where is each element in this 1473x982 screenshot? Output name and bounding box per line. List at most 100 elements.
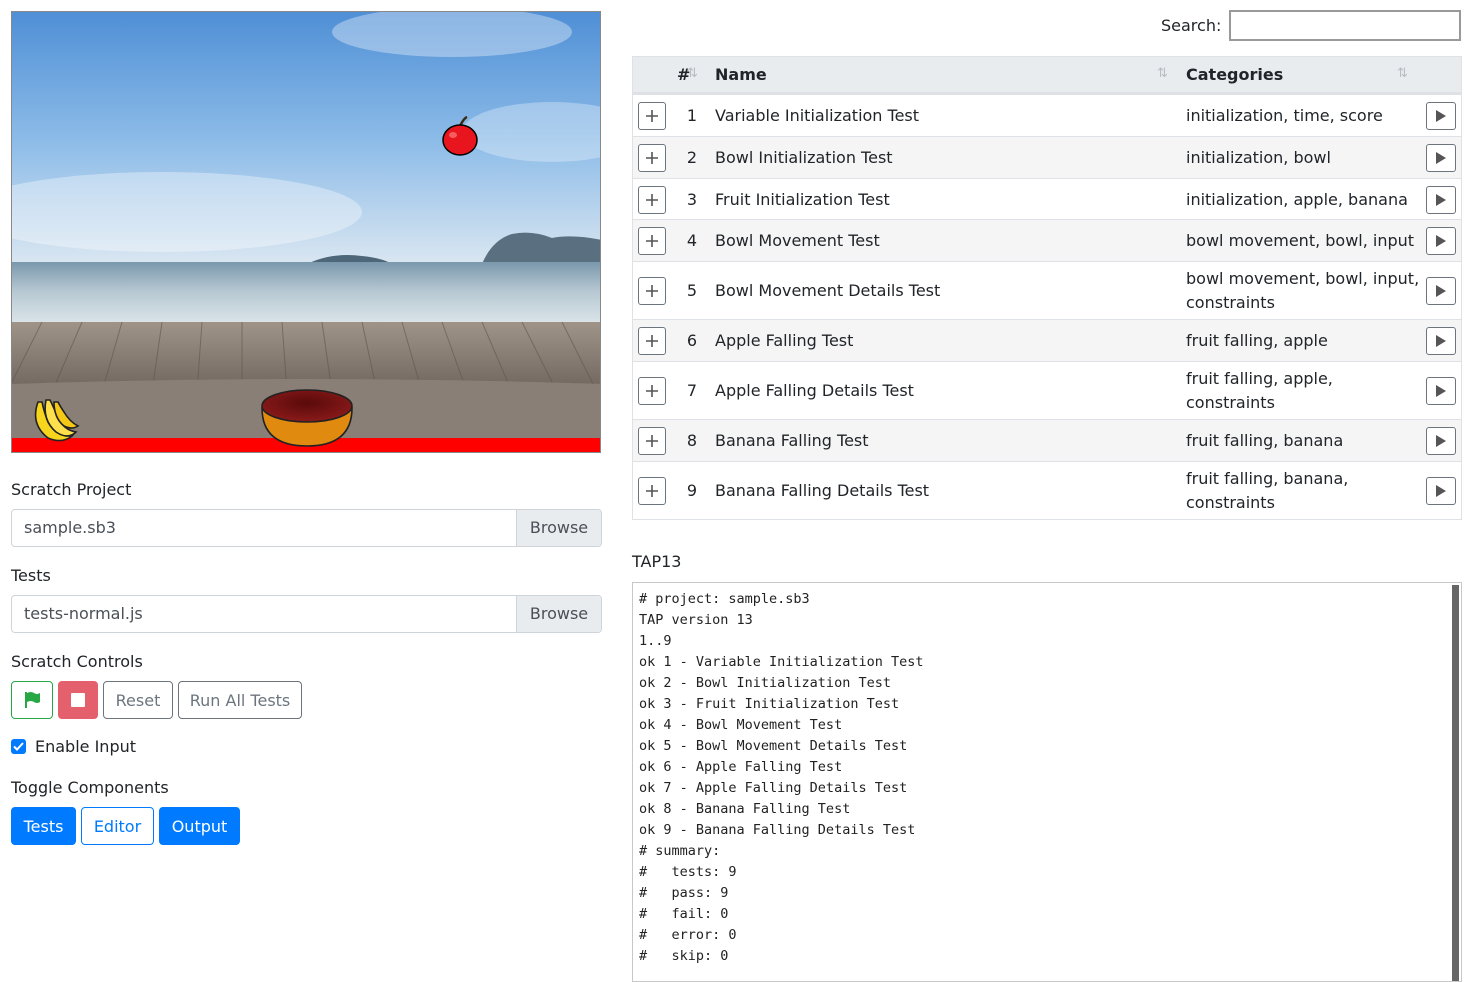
expand-row-button[interactable] xyxy=(638,477,666,505)
tests-label: Tests xyxy=(11,566,51,585)
table-header: # ⇅ Name ⇅ Categories ⇅ xyxy=(633,57,1461,94)
play-icon xyxy=(1436,285,1446,297)
row-categories: fruit falling, apple xyxy=(1186,331,1328,350)
run-test-button[interactable] xyxy=(1426,185,1456,214)
row-test-name: Bowl Movement Details Test xyxy=(715,281,941,300)
row-test-name: Fruit Initialization Test xyxy=(715,189,890,209)
table-row: 5 Bowl Movement Details Test bowl movement… xyxy=(633,261,1461,319)
play-icon xyxy=(1436,385,1446,397)
row-number: 9 xyxy=(686,481,697,500)
row-number: 2 xyxy=(686,148,697,167)
search-label: Search: xyxy=(1161,16,1222,35)
banana-sprite[interactable] xyxy=(28,396,80,444)
expand-row-button[interactable] xyxy=(638,377,666,405)
row-test-name: Variable Initialization Test xyxy=(715,106,920,125)
enable-input-toggle[interactable]: Enable Input xyxy=(11,737,136,756)
tests-browse-button[interactable]: Browse xyxy=(516,596,601,632)
run-test-button[interactable] xyxy=(1426,102,1456,130)
green-flag-icon xyxy=(25,692,40,708)
stop-button[interactable] xyxy=(58,681,98,719)
run-test-button[interactable] xyxy=(1426,377,1456,405)
play-icon xyxy=(1436,152,1446,164)
table-row: 2 Bowl Initialization Test initialization,… xyxy=(633,136,1461,178)
bowl-sprite[interactable] xyxy=(260,388,354,448)
table-row: 4 Bowl Movement Test bowl movement, bowl, … xyxy=(633,219,1461,261)
tests-filename: tests-normal.js xyxy=(24,604,143,623)
tests-file-input[interactable]: tests-normal.js Browse xyxy=(11,595,602,633)
row-categories: bowl movement, bowl, input, constraints xyxy=(1186,269,1420,312)
expand-row-button[interactable] xyxy=(638,102,666,130)
toggle-output-button[interactable]: Output xyxy=(159,807,240,845)
row-test-name: Apple Falling Test xyxy=(715,331,854,350)
tap13-scrollbar[interactable] xyxy=(1452,585,1459,981)
reset-button[interactable]: Reset xyxy=(103,681,173,719)
enable-input-label: Enable Input xyxy=(35,737,137,756)
row-categories: bowl movement, bowl, input xyxy=(1186,231,1415,250)
row-categories: initialization, apple, banana xyxy=(1186,189,1408,209)
sort-icon[interactable]: ⇅ xyxy=(1397,66,1408,81)
scratch-project-filename: sample.sb3 xyxy=(24,518,116,537)
play-icon xyxy=(1436,110,1446,122)
row-categories: fruit falling, apple, constraints xyxy=(1186,369,1333,412)
run-test-button[interactable] xyxy=(1426,277,1456,305)
scratch-project-browse-button[interactable]: Browse xyxy=(516,510,601,546)
toggle-tests-button[interactable]: Tests xyxy=(11,807,76,845)
search-input[interactable] xyxy=(1229,10,1461,41)
apple-sprite[interactable] xyxy=(440,116,480,158)
plus-icon xyxy=(646,285,658,297)
expand-row-button[interactable] xyxy=(638,227,666,255)
run-test-button[interactable] xyxy=(1426,477,1456,505)
table-row: 9 Banana Falling Details Test fruit fallin… xyxy=(633,461,1461,519)
run-test-button[interactable] xyxy=(1426,144,1456,172)
row-test-name: Banana Falling Details Test xyxy=(715,481,930,500)
checkmark-icon xyxy=(13,742,24,751)
table-row: 8 Banana Falling Test fruit falling, banan… xyxy=(633,419,1461,461)
scratch-stage[interactable] xyxy=(11,11,601,453)
row-categories: fruit falling, banana, constraints xyxy=(1186,469,1349,512)
row-number: 6 xyxy=(686,331,697,350)
run-test-button[interactable] xyxy=(1426,327,1456,355)
toggle-editor-button[interactable]: Editor xyxy=(81,807,154,845)
row-number: 3 xyxy=(686,189,697,209)
enable-input-checkbox[interactable] xyxy=(11,739,26,754)
run-test-button[interactable] xyxy=(1426,227,1456,255)
table-body: 1 Variable Initialization Test initializat… xyxy=(633,94,1461,519)
row-number: 7 xyxy=(686,381,697,400)
expand-row-button[interactable] xyxy=(638,327,666,355)
row-test-name: Banana Falling Test xyxy=(715,431,869,450)
table-row: 1 Variable Initialization Test initializat… xyxy=(633,94,1461,136)
stage-scene xyxy=(12,12,600,452)
run-all-tests-button[interactable]: Run All Tests xyxy=(178,681,302,719)
column-header-name[interactable]: Name xyxy=(715,65,767,84)
stop-icon xyxy=(71,693,85,707)
expand-row-button[interactable] xyxy=(638,277,666,305)
expand-row-button[interactable] xyxy=(638,427,666,455)
run-test-button[interactable] xyxy=(1426,427,1456,455)
row-number: 4 xyxy=(686,231,697,250)
row-number: 5 xyxy=(686,281,697,300)
row-categories: initialization, bowl xyxy=(1186,148,1331,167)
expand-row-button[interactable] xyxy=(638,185,666,214)
tap13-output[interactable]: # project: sample.sb3 TAP version 13 1..… xyxy=(632,582,1462,982)
expand-row-button[interactable] xyxy=(638,144,666,172)
green-flag-button[interactable] xyxy=(11,681,53,719)
plus-icon xyxy=(646,435,658,447)
plus-icon xyxy=(646,385,658,397)
play-icon xyxy=(1436,235,1446,247)
sort-icon[interactable]: ⇅ xyxy=(687,66,698,81)
sort-icon[interactable]: ⇅ xyxy=(1157,66,1168,81)
column-header-categories[interactable]: Categories xyxy=(1186,65,1283,84)
row-number: 8 xyxy=(686,431,697,450)
play-icon xyxy=(1436,435,1446,447)
row-test-name: Apple Falling Details Test xyxy=(715,381,914,400)
plus-icon xyxy=(646,110,658,122)
row-categories: initialization, time, score xyxy=(1186,106,1383,125)
tap13-output-text: # project: sample.sb3 TAP version 13 1..… xyxy=(639,591,924,964)
plus-icon xyxy=(646,152,658,164)
scratch-project-file-input[interactable]: sample.sb3 Browse xyxy=(11,509,602,547)
row-number: 1 xyxy=(686,106,697,125)
toggle-components-label: Toggle Components xyxy=(11,778,169,797)
row-test-name: Bowl Initialization Test xyxy=(715,148,893,167)
plus-icon xyxy=(646,193,658,206)
plus-icon xyxy=(646,335,658,347)
